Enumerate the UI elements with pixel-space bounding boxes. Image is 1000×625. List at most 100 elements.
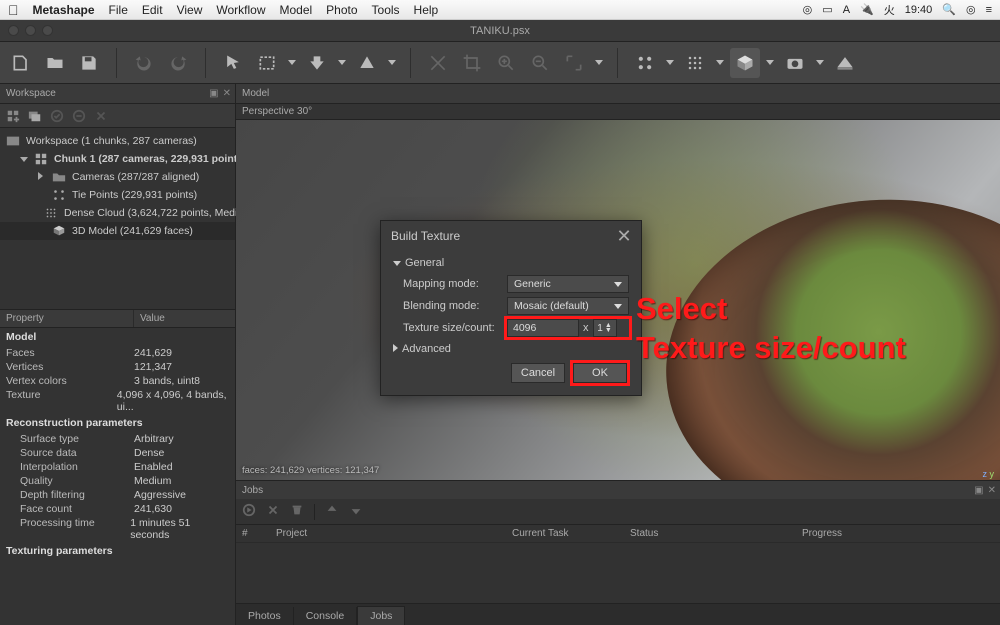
- undo-icon[interactable]: [129, 48, 159, 78]
- col-property: Property: [0, 310, 134, 327]
- ortho-icon[interactable]: [830, 48, 860, 78]
- section-general[interactable]: General: [393, 257, 629, 269]
- jobs-up-icon[interactable]: [325, 503, 339, 520]
- jobs-list: [236, 543, 1000, 603]
- camera-icon[interactable]: [780, 48, 810, 78]
- ruler-icon[interactable]: [423, 48, 453, 78]
- status-display-icon[interactable]: ▭: [822, 3, 832, 16]
- region-tool-dropdown[interactable]: [386, 60, 398, 65]
- build-texture-dialog: Build Texture ✕ General Mapping mode: Ge…: [380, 220, 642, 396]
- densecloud-icon: [44, 206, 58, 220]
- app-name[interactable]: Metashape: [33, 3, 95, 17]
- fit-view-icon[interactable]: [559, 48, 589, 78]
- camera-dropdown[interactable]: [814, 60, 826, 65]
- zoom-in-icon[interactable]: [491, 48, 521, 78]
- pointer-tool-icon[interactable]: [218, 48, 248, 78]
- dialog-title: Build Texture: [391, 229, 460, 243]
- texture-size-label: Texture size/count:: [403, 322, 507, 334]
- move-tool-icon[interactable]: [302, 48, 332, 78]
- notifications-icon[interactable]: ≡: [986, 4, 992, 16]
- axis-gizmo[interactable]: z yx: [982, 470, 994, 480]
- open-project-icon[interactable]: [40, 48, 70, 78]
- tree-cameras[interactable]: Cameras (287/287 aligned): [0, 168, 235, 186]
- zoom-out-icon[interactable]: [525, 48, 555, 78]
- jobs-pane-title: Jobs: [242, 485, 263, 496]
- jobs-trash-icon[interactable]: [290, 503, 304, 520]
- traffic-lights[interactable]: [8, 25, 53, 36]
- menu-model[interactable]: Model: [279, 3, 312, 17]
- menu-workflow[interactable]: Workflow: [216, 3, 265, 17]
- tree-densecloud[interactable]: Dense Cloud (3,624,722 points, Medium qu…: [0, 204, 235, 222]
- rect-select-dropdown[interactable]: [286, 60, 298, 65]
- redo-icon[interactable]: [163, 48, 193, 78]
- status-wifi-icon[interactable]: ◎: [803, 3, 813, 16]
- dense-cloud-dropdown[interactable]: [714, 60, 726, 65]
- model-view-dropdown[interactable]: [764, 60, 776, 65]
- enable-icon: [50, 109, 64, 123]
- blending-mode-select[interactable]: Mosaic (default): [507, 297, 629, 315]
- menu-help[interactable]: Help: [414, 3, 439, 17]
- window-title: TANIKU.psx: [470, 25, 530, 37]
- tab-console[interactable]: Console: [294, 607, 358, 625]
- folder-icon: [52, 170, 66, 184]
- crop-icon[interactable]: [457, 48, 487, 78]
- window-titlebar: TANIKU.psx: [0, 20, 1000, 42]
- point-cloud-dropdown[interactable]: [664, 60, 676, 65]
- tree-tiepoints[interactable]: Tie Points (229,931 points): [0, 186, 235, 204]
- status-day: 火: [884, 2, 895, 18]
- region-tool-icon[interactable]: [352, 48, 382, 78]
- status-ime-icon[interactable]: A: [843, 4, 850, 16]
- fit-view-dropdown[interactable]: [593, 60, 605, 65]
- pane-float-icon[interactable]: ▣: [209, 88, 218, 99]
- new-project-icon[interactable]: [6, 48, 36, 78]
- pane-close-icon[interactable]: ✕: [223, 88, 231, 99]
- cancel-button[interactable]: Cancel: [511, 363, 565, 383]
- jobs-delete-icon[interactable]: [266, 503, 280, 520]
- col-value: Value: [134, 310, 171, 327]
- jobs-down-icon[interactable]: [349, 503, 363, 520]
- menu-file[interactable]: File: [109, 3, 128, 17]
- dense-cloud-icon[interactable]: [680, 48, 710, 78]
- mapping-mode-label: Mapping mode:: [403, 278, 507, 290]
- menu-view[interactable]: View: [177, 3, 203, 17]
- section-advanced[interactable]: Advanced: [393, 343, 629, 355]
- jobs-play-icon[interactable]: [242, 503, 256, 520]
- rect-select-icon[interactable]: [252, 48, 282, 78]
- expand-icon[interactable]: [20, 153, 28, 165]
- workspace-icon: [6, 134, 20, 148]
- ok-button[interactable]: OK: [573, 363, 627, 383]
- workspace-tree: Workspace (1 chunks, 287 cameras) Chunk …: [0, 128, 235, 244]
- tree-root[interactable]: Workspace (1 chunks, 287 cameras): [0, 132, 235, 150]
- close-icon[interactable]: ✕: [613, 225, 635, 247]
- section-model: Model: [0, 328, 235, 346]
- move-tool-dropdown[interactable]: [336, 60, 348, 65]
- point-cloud-icon[interactable]: [630, 48, 660, 78]
- texture-size-input[interactable]: [507, 319, 579, 337]
- save-project-icon[interactable]: [74, 48, 104, 78]
- tab-jobs[interactable]: Jobs: [357, 606, 405, 625]
- control-center-icon[interactable]: ◎: [966, 3, 976, 16]
- pane-float-icon[interactable]: ▣: [974, 485, 983, 496]
- tree-chunk[interactable]: Chunk 1 (287 cameras, 229,931 points) [T…: [0, 150, 235, 168]
- tree-root-label: Workspace (1 chunks, 287 cameras): [26, 135, 197, 147]
- menu-photo[interactable]: Photo: [326, 3, 357, 17]
- tab-photos[interactable]: Photos: [236, 607, 294, 625]
- tree-tiepoints-label: Tie Points (229,931 points): [72, 189, 197, 201]
- tree-model[interactable]: 3D Model (241,629 faces): [0, 222, 235, 240]
- add-chunk-icon[interactable]: [6, 109, 20, 123]
- menu-tools[interactable]: Tools: [372, 3, 400, 17]
- pane-close-icon[interactable]: ✕: [988, 485, 996, 496]
- texture-count-stepper[interactable]: 1▲▼: [593, 319, 617, 337]
- model-view-icon[interactable]: [730, 48, 760, 78]
- status-battery-icon[interactable]: 🔌: [860, 3, 874, 16]
- tiepoints-icon: [52, 188, 66, 202]
- main-toolbar: [0, 42, 1000, 84]
- expand-icon[interactable]: [38, 171, 46, 183]
- menu-edit[interactable]: Edit: [142, 3, 163, 17]
- add-photos-icon[interactable]: [28, 109, 42, 123]
- workspace-pane-title: Workspace: [6, 88, 56, 99]
- properties-pane: Model Faces241,629 Vertices121,347 Verte…: [0, 328, 235, 625]
- spotlight-icon[interactable]: 🔍: [942, 3, 956, 16]
- mapping-mode-select[interactable]: Generic: [507, 275, 629, 293]
- apple-menu-icon[interactable]: [8, 2, 19, 18]
